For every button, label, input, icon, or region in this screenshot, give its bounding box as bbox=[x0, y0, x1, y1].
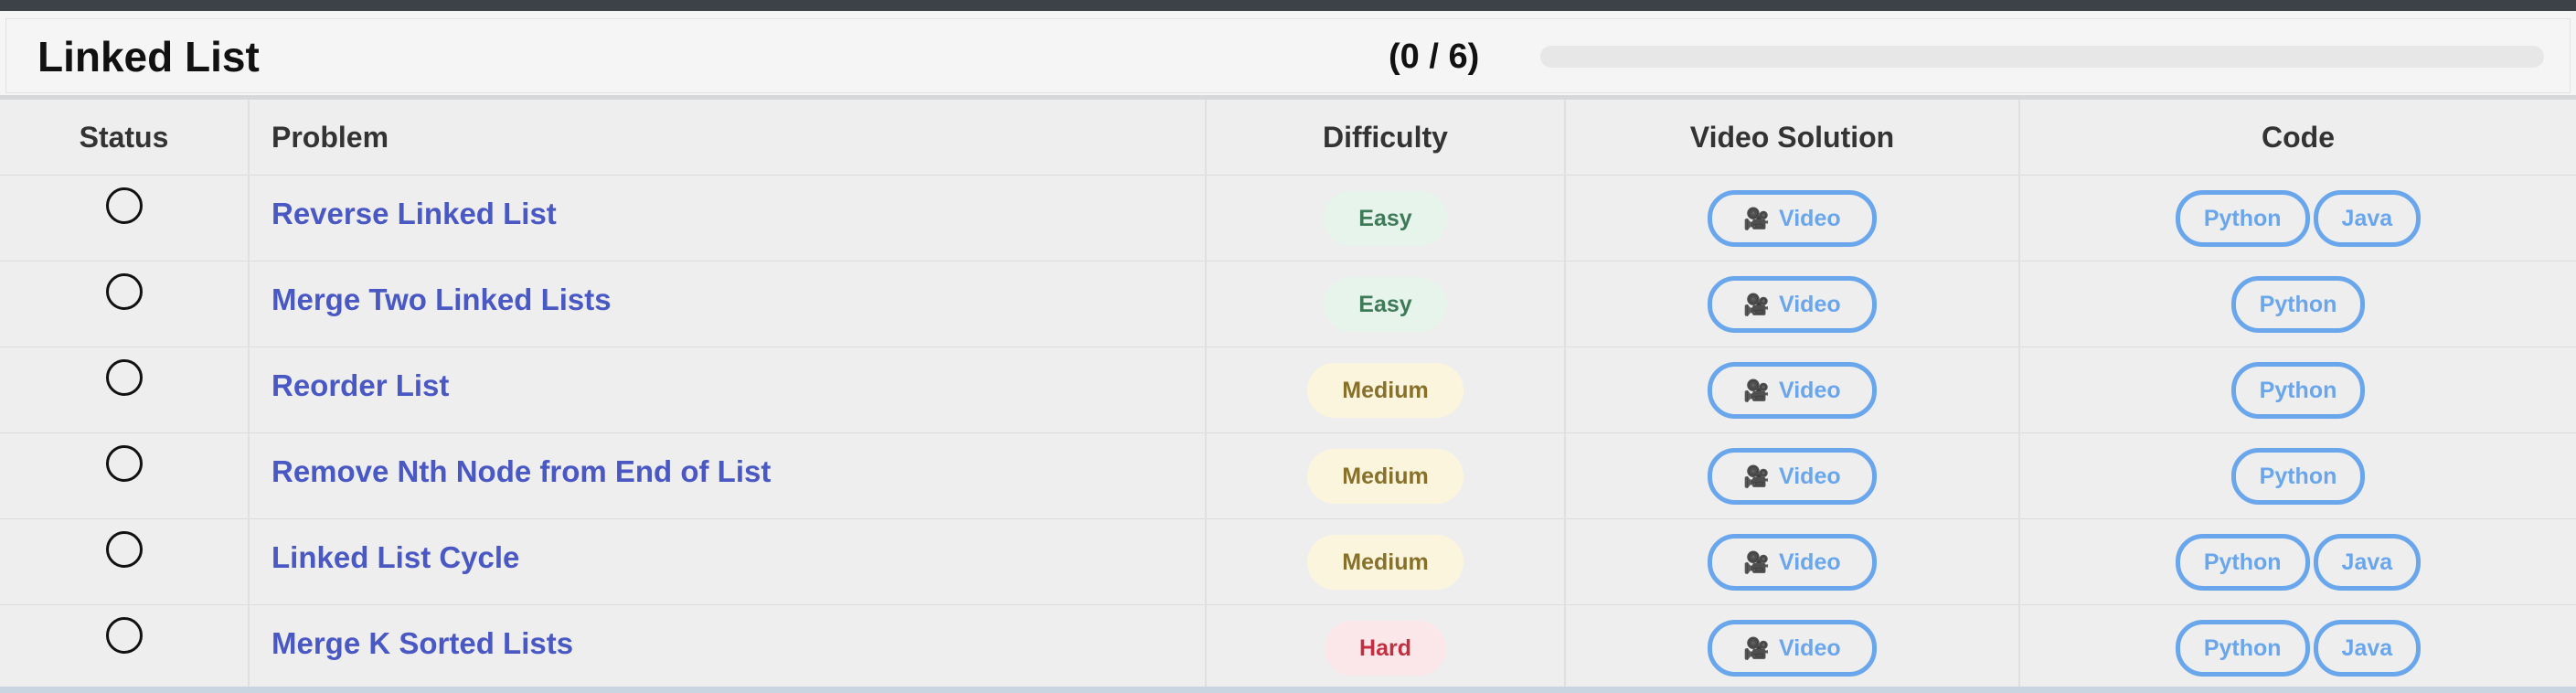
status-checkbox[interactable] bbox=[105, 616, 143, 654]
section-header: Linked List (0 / 6) bbox=[5, 18, 2571, 93]
code-button-python[interactable]: Python bbox=[2175, 533, 2310, 591]
column-header-code: Code bbox=[2019, 100, 2576, 176]
video-button[interactable]: 🎥 Video bbox=[1708, 361, 1877, 419]
table-row: Merge Two Linked Lists Easy 🎥 Video Python bbox=[0, 261, 2576, 347]
code-button-java[interactable]: Java bbox=[2313, 189, 2422, 247]
video-button[interactable]: 🎥 Video bbox=[1708, 619, 1877, 677]
problem-cell: Remove Nth Node from End of List bbox=[249, 432, 1207, 519]
video-camera-icon: 🎥 bbox=[1743, 549, 1770, 574]
status-cell bbox=[0, 261, 250, 347]
video-label: Video bbox=[1779, 291, 1841, 317]
code-cell: Python bbox=[2019, 346, 2576, 433]
video-camera-icon: 🎥 bbox=[1743, 635, 1770, 660]
table-header-row: Status Problem Difficulty Video Solution… bbox=[0, 100, 2576, 176]
difficulty-badge: Easy bbox=[1324, 190, 1447, 246]
difficulty-cell: Medium bbox=[1206, 346, 1566, 433]
status-checkbox[interactable] bbox=[105, 530, 143, 568]
status-checkbox[interactable] bbox=[105, 444, 143, 482]
status-checkbox[interactable] bbox=[105, 187, 143, 224]
code-button-python[interactable]: Python bbox=[2230, 361, 2366, 419]
code-cell: Python bbox=[2019, 432, 2576, 519]
progress-count: (0 / 6) bbox=[1389, 37, 1480, 76]
difficulty-cell: Medium bbox=[1206, 518, 1566, 605]
video-button[interactable]: 🎥 Video bbox=[1708, 447, 1877, 505]
status-cell bbox=[0, 432, 250, 519]
video-button[interactable]: 🎥 Video bbox=[1708, 533, 1877, 591]
section-title: Linked List bbox=[37, 33, 260, 80]
top-bar bbox=[0, 0, 2576, 11]
table-row: Remove Nth Node from End of List Medium 🎥 V… bbox=[0, 432, 2576, 519]
code-cell: Python Java bbox=[2019, 518, 2576, 605]
problem-link[interactable]: Reverse Linked List bbox=[271, 197, 557, 230]
code-button-python[interactable]: Python bbox=[2175, 189, 2310, 247]
code-button-java[interactable]: Java bbox=[2313, 533, 2422, 591]
problem-cell: Merge K Sorted Lists bbox=[249, 604, 1207, 691]
problem-cell: Linked List Cycle bbox=[249, 518, 1207, 605]
problem-link[interactable]: Remove Nth Node from End of List bbox=[271, 454, 771, 488]
table-row: Merge K Sorted Lists Hard 🎥 Video Python Java bbox=[0, 604, 2576, 691]
code-cell: Python bbox=[2019, 261, 2576, 347]
video-label: Video bbox=[1779, 463, 1841, 489]
code-cell: Python Java bbox=[2019, 175, 2576, 261]
status-checkbox[interactable] bbox=[105, 272, 143, 310]
column-header-status: Status bbox=[0, 100, 250, 176]
video-label: Video bbox=[1779, 377, 1841, 403]
code-button-java[interactable]: Java bbox=[2313, 619, 2422, 677]
video-cell: 🎥 Video bbox=[1565, 432, 2020, 519]
video-cell: 🎥 Video bbox=[1565, 518, 2020, 605]
column-header-problem: Problem bbox=[249, 100, 1207, 176]
table-row: Linked List Cycle Medium 🎥 Video Python Java bbox=[0, 518, 2576, 605]
difficulty-badge: Medium bbox=[1307, 362, 1464, 418]
problem-link[interactable]: Merge Two Linked Lists bbox=[271, 283, 612, 316]
video-label: Video bbox=[1779, 634, 1841, 661]
problem-cell: Merge Two Linked Lists bbox=[249, 261, 1207, 347]
code-button-python[interactable]: Python bbox=[2230, 275, 2366, 333]
video-button[interactable]: 🎥 Video bbox=[1708, 275, 1877, 333]
status-cell bbox=[0, 604, 250, 691]
video-camera-icon: 🎥 bbox=[1743, 292, 1770, 316]
video-cell: 🎥 Video bbox=[1565, 261, 2020, 347]
difficulty-cell: Hard bbox=[1206, 604, 1566, 691]
bottom-border bbox=[0, 687, 2576, 693]
code-button-python[interactable]: Python bbox=[2175, 619, 2310, 677]
problem-link[interactable]: Linked List Cycle bbox=[271, 540, 519, 574]
video-cell: 🎥 Video bbox=[1565, 604, 2020, 691]
video-label: Video bbox=[1779, 549, 1841, 575]
video-cell: 🎥 Video bbox=[1565, 175, 2020, 261]
progress-bar bbox=[1540, 46, 2544, 68]
status-cell bbox=[0, 346, 250, 433]
column-header-difficulty: Difficulty bbox=[1206, 100, 1566, 176]
table-row: Reorder List Medium 🎥 Video Python bbox=[0, 346, 2576, 433]
problem-link[interactable]: Reorder List bbox=[271, 368, 449, 402]
code-cell: Python Java bbox=[2019, 604, 2576, 691]
difficulty-cell: Medium bbox=[1206, 432, 1566, 519]
status-checkbox[interactable] bbox=[105, 358, 143, 396]
difficulty-badge: Hard bbox=[1325, 620, 1446, 676]
column-header-video-solution: Video Solution bbox=[1565, 100, 2020, 176]
table-row: Reverse Linked List Easy 🎥 Video Python Java bbox=[0, 175, 2576, 261]
video-camera-icon: 🎥 bbox=[1743, 378, 1770, 402]
status-cell bbox=[0, 518, 250, 605]
difficulty-cell: Easy bbox=[1206, 175, 1566, 261]
difficulty-cell: Easy bbox=[1206, 261, 1566, 347]
video-camera-icon: 🎥 bbox=[1743, 464, 1770, 488]
problem-cell: Reverse Linked List bbox=[249, 175, 1207, 261]
difficulty-badge: Medium bbox=[1307, 534, 1464, 590]
difficulty-badge: Medium bbox=[1307, 448, 1464, 504]
problem-cell: Reorder List bbox=[249, 346, 1207, 433]
video-button[interactable]: 🎥 Video bbox=[1708, 189, 1877, 247]
video-camera-icon: 🎥 bbox=[1743, 206, 1770, 230]
problems-table: Status Problem Difficulty Video Solution… bbox=[0, 100, 2576, 691]
video-cell: 🎥 Video bbox=[1565, 346, 2020, 433]
video-label: Video bbox=[1779, 205, 1841, 231]
difficulty-badge: Easy bbox=[1324, 276, 1447, 332]
problem-link[interactable]: Merge K Sorted Lists bbox=[271, 626, 573, 660]
status-cell bbox=[0, 175, 250, 261]
code-button-python[interactable]: Python bbox=[2230, 447, 2366, 505]
